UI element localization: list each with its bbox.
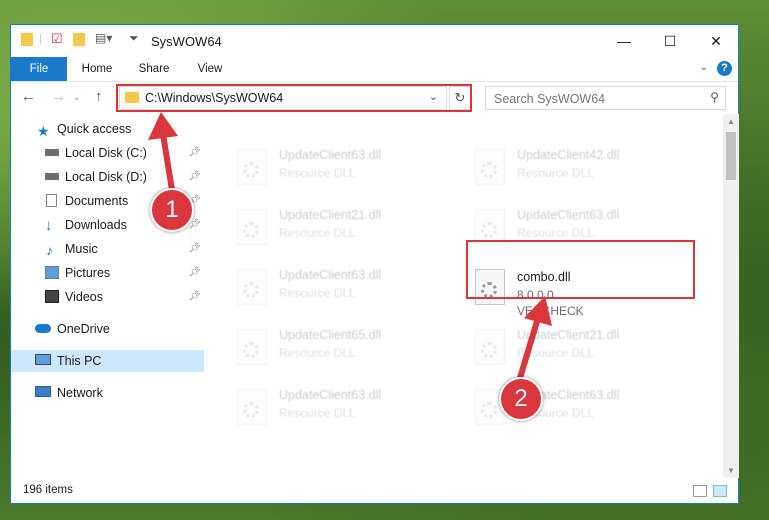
status-bar: 196 items bbox=[11, 480, 738, 503]
details-view-icon[interactable] bbox=[693, 485, 707, 497]
recent-locations-icon[interactable]: ⌄ bbox=[73, 92, 81, 103]
step-2-badge: 2 bbox=[499, 377, 543, 421]
download-icon: ↓ bbox=[45, 217, 53, 234]
sidebar-item-network[interactable]: Network bbox=[11, 382, 204, 404]
vertical-scrollbar[interactable]: ▲ ▼ bbox=[723, 114, 739, 478]
star-icon: ★ bbox=[37, 123, 50, 139]
music-icon: ♪ bbox=[46, 242, 53, 258]
sidebar-item-onedrive[interactable]: OneDrive bbox=[11, 318, 204, 340]
properties-icon[interactable]: ☑ bbox=[51, 31, 63, 47]
new-folder-icon[interactable] bbox=[73, 33, 85, 46]
sidebar-item-local-disk-d[interactable]: Local Disk (D:) 📌︎ bbox=[11, 166, 204, 188]
help-button[interactable]: ? bbox=[717, 61, 732, 76]
dll-file-icon bbox=[237, 269, 267, 305]
up-button[interactable]: ↑ bbox=[95, 88, 103, 105]
file-item[interactable]: UpdateClient63.dll Resource DLL bbox=[233, 384, 469, 434]
pin-icon[interactable]: 📌︎ bbox=[188, 166, 201, 188]
computer-icon bbox=[35, 354, 51, 365]
back-button[interactable]: ← bbox=[21, 88, 36, 105]
quick-access-dropdown-icon[interactable]: ⏷ bbox=[129, 31, 139, 46]
tab-file[interactable]: File bbox=[11, 57, 67, 81]
sidebar-item-videos[interactable]: Videos 📌︎ bbox=[11, 286, 204, 308]
customize-toolbar-icon[interactable]: ▤▾ bbox=[95, 31, 112, 45]
ribbon-tabs: File Home Share View ⌄ ? bbox=[11, 57, 738, 82]
address-bar-highlight bbox=[116, 84, 472, 112]
dll-file-icon bbox=[475, 149, 505, 185]
network-icon bbox=[35, 386, 51, 397]
dll-file-icon bbox=[475, 329, 505, 365]
search-input[interactable] bbox=[492, 88, 696, 110]
search-box[interactable]: ⚲ bbox=[485, 86, 726, 110]
file-item[interactable]: UpdateClient63.dll Resource DLL bbox=[233, 144, 469, 194]
file-description: VERCHECK bbox=[517, 304, 584, 318]
file-item[interactable]: UpdateClient65.dll Resource DLL bbox=[233, 324, 469, 374]
sidebar-item-this-pc[interactable]: This PC bbox=[11, 350, 204, 372]
pictures-icon bbox=[45, 266, 59, 279]
cloud-icon bbox=[35, 324, 51, 333]
dll-file-icon bbox=[237, 389, 267, 425]
pin-icon[interactable]: 📌︎ bbox=[188, 238, 201, 260]
window-title: SysWOW64 bbox=[151, 34, 222, 49]
pin-icon[interactable]: 📌︎ bbox=[188, 142, 201, 164]
close-button[interactable]: ✕ bbox=[693, 25, 739, 57]
pin-icon[interactable]: 📌︎ bbox=[188, 286, 201, 308]
sidebar-item-music[interactable]: ♪ Music 📌︎ bbox=[11, 238, 204, 260]
tab-view[interactable]: View bbox=[187, 57, 233, 81]
sidebar-item-quick-access[interactable]: ★ Quick access bbox=[11, 118, 204, 140]
tab-share[interactable]: Share bbox=[129, 57, 179, 81]
minimize-button[interactable]: — bbox=[601, 25, 647, 57]
large-icons-view-icon[interactable] bbox=[713, 485, 727, 497]
navigation-pane: ★ Quick access Local Disk (C:) 📌︎ Local … bbox=[11, 118, 204, 478]
title-bar: | ☑ ▤▾ ⏷ SysWOW64 — ☐ ✕ bbox=[11, 25, 738, 57]
search-icon[interactable]: ⚲ bbox=[710, 90, 719, 104]
tab-home[interactable]: Home bbox=[73, 57, 121, 81]
forward-button[interactable]: → bbox=[51, 88, 66, 105]
scroll-up-icon[interactable]: ▲ bbox=[727, 117, 735, 126]
dll-file-icon bbox=[237, 329, 267, 365]
folder-icon bbox=[21, 33, 33, 46]
file-item[interactable]: UpdateClient21.dll Resource DLL bbox=[233, 204, 469, 254]
scroll-down-icon[interactable]: ▼ bbox=[727, 466, 735, 475]
file-item[interactable]: UpdateClient42.dll Resource DLL bbox=[471, 144, 707, 194]
expand-ribbon-icon[interactable]: ⌄ bbox=[700, 62, 708, 73]
dll-file-icon bbox=[237, 149, 267, 185]
documents-icon bbox=[46, 194, 57, 207]
file-item[interactable]: UpdateClient21.dll Resource DLL bbox=[471, 324, 707, 374]
videos-icon bbox=[45, 290, 59, 303]
step-1-badge: 1 bbox=[150, 188, 194, 232]
pin-icon[interactable]: 📌︎ bbox=[188, 262, 201, 284]
maximize-button[interactable]: ☐ bbox=[647, 25, 693, 57]
sidebar-item-local-disk-c[interactable]: Local Disk (C:) 📌︎ bbox=[11, 142, 204, 164]
item-count: 196 items bbox=[23, 484, 73, 496]
file-item[interactable]: UpdateClient63.dll Resource DLL bbox=[233, 264, 469, 314]
scrollbar-thumb[interactable] bbox=[726, 132, 736, 180]
drive-icon bbox=[45, 173, 59, 180]
dll-file-icon bbox=[237, 209, 267, 245]
drive-icon bbox=[45, 149, 59, 156]
file-highlight bbox=[466, 240, 695, 299]
sidebar-item-pictures[interactable]: Pictures 📌︎ bbox=[11, 262, 204, 284]
